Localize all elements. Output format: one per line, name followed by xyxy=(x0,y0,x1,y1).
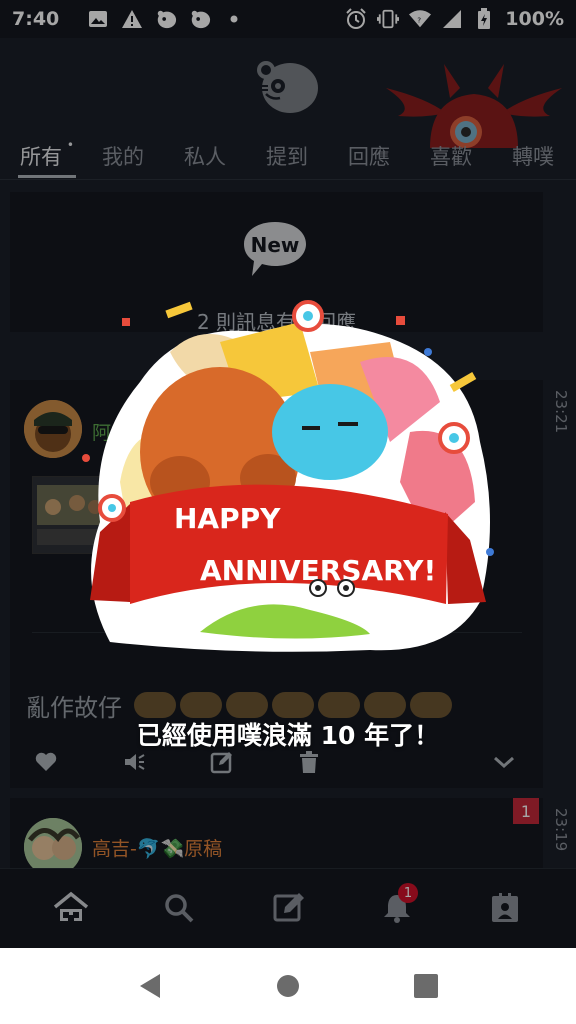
system-navigation-bar xyxy=(0,948,576,1024)
back-icon[interactable] xyxy=(134,970,166,1002)
anniversary-message: 已經使用噗浪滿 10 年了！ xyxy=(136,721,440,750)
home-circle-icon[interactable] xyxy=(272,970,304,1002)
anniversary-illustration: HAPPY ANNIVERSARY! xyxy=(70,282,506,656)
recents-square-icon[interactable] xyxy=(410,970,442,1002)
banner-happy: HAPPY xyxy=(174,502,281,535)
anniversary-overlay[interactable]: HAPPY ANNIVERSARY! 已經使用噗浪滿 10 年了！ xyxy=(0,0,576,948)
